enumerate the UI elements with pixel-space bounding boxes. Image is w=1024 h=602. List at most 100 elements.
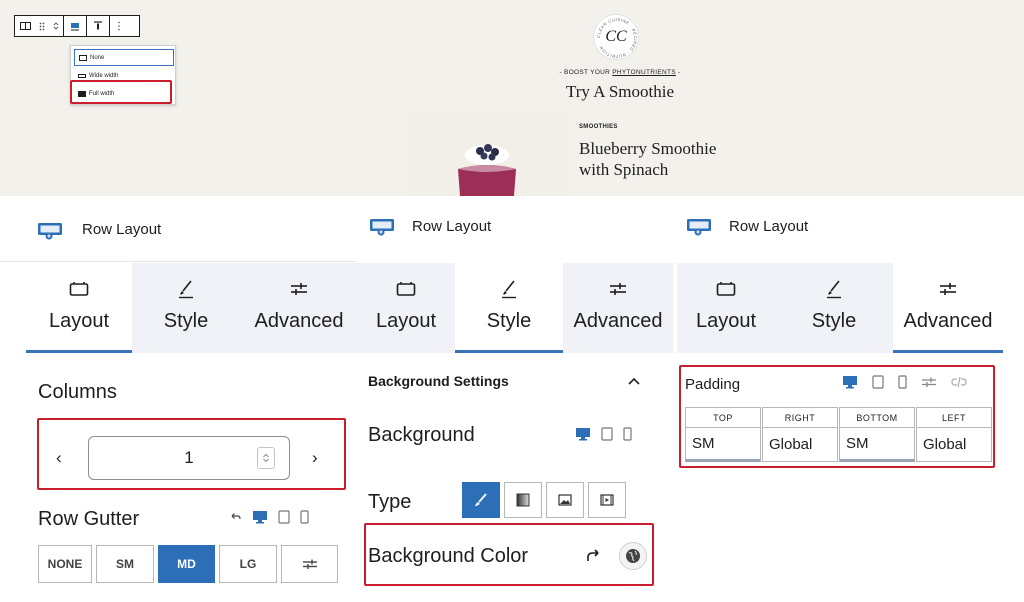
align-option-none[interactable]: None xyxy=(74,49,174,66)
padding-device-switcher xyxy=(842,375,967,389)
tab-layout[interactable]: Layout xyxy=(677,263,775,353)
panel-tabs: Layout Style Advanced xyxy=(357,263,673,353)
drag-icon xyxy=(39,22,45,30)
settings-panel-style: Row Layout Layout Style Advanced Backgro… xyxy=(357,196,677,602)
sliders-icon xyxy=(610,283,626,295)
padding-label: Padding xyxy=(685,376,741,393)
color-picker-button[interactable] xyxy=(619,542,647,570)
gutter-lg-button[interactable]: LG xyxy=(219,545,277,583)
block-toolbar xyxy=(14,15,140,37)
padding-left: LEFT Global xyxy=(916,407,992,462)
brush-icon xyxy=(502,280,516,299)
image-icon xyxy=(558,494,572,506)
tab-layout[interactable]: Layout xyxy=(357,263,455,353)
tab-advanced[interactable]: Advanced xyxy=(893,263,1003,353)
smoothie-image xyxy=(406,111,568,196)
kicker-link[interactable]: PHYTONUTRIENTS xyxy=(612,69,676,76)
panel-tabs: Layout Style Advanced xyxy=(677,263,1003,353)
tab-label: Advanced xyxy=(254,310,344,332)
logo-monogram: CC xyxy=(605,28,627,45)
columns-label: Columns xyxy=(38,381,117,403)
tab-label: Layout xyxy=(695,310,757,332)
more-options-button[interactable] xyxy=(110,16,128,36)
spin-buttons[interactable] xyxy=(257,447,275,469)
panel-header: Row Layout xyxy=(0,196,357,262)
tablet-icon[interactable] xyxy=(278,510,290,524)
background-color-label: Background Color xyxy=(368,545,529,567)
type-gradient-button[interactable] xyxy=(504,482,542,518)
align-top-icon xyxy=(94,21,102,30)
padding-right-value[interactable]: Global xyxy=(762,428,838,462)
gutter-custom-button[interactable] xyxy=(281,545,338,583)
align-none-icon xyxy=(79,54,87,61)
tablet-icon[interactable] xyxy=(601,427,613,441)
align-option-full[interactable]: Full width xyxy=(74,85,174,102)
padding-bottom-value[interactable]: SM xyxy=(839,428,915,462)
tab-layout[interactable]: Layout xyxy=(26,263,132,353)
mobile-icon[interactable] xyxy=(300,510,309,524)
columns-prev-button[interactable]: ‹ xyxy=(56,448,62,468)
recipe-thumbnail[interactable] xyxy=(406,111,568,196)
vertical-align-button[interactable] xyxy=(87,16,109,36)
align-option-wide[interactable]: Wide width xyxy=(74,67,174,84)
tab-label: Advanced xyxy=(573,310,663,332)
tablet-icon[interactable] xyxy=(872,375,884,389)
recipe-title[interactable]: Blueberry Smoothie with Spinach xyxy=(579,138,729,180)
tab-advanced[interactable]: Advanced xyxy=(563,263,673,353)
site-logo: CLEAN CUISINE · RECIPES · NUTRITION CC xyxy=(593,14,639,60)
mobile-icon[interactable] xyxy=(623,427,632,441)
columns-icon xyxy=(19,22,31,30)
gutter-options: NONE SM MD LG xyxy=(38,545,342,583)
block-type-button[interactable] xyxy=(15,16,35,36)
block-title: Row Layout xyxy=(82,221,162,238)
padding-top-value[interactable]: SM xyxy=(685,428,761,462)
brush-icon xyxy=(827,280,841,299)
type-video-button[interactable] xyxy=(588,482,626,518)
chevron-up-down-icon xyxy=(53,22,59,30)
type-color-button[interactable] xyxy=(462,482,500,518)
layout-icon xyxy=(716,282,736,296)
type-label: Type xyxy=(368,491,412,513)
panel-tabs: Layout Style Advanced xyxy=(26,263,358,353)
padding-top: TOP SM xyxy=(685,407,761,462)
gutter-sm-button[interactable]: SM xyxy=(96,545,154,583)
globe-icon xyxy=(626,549,640,563)
align-button[interactable] xyxy=(64,16,86,36)
gutter-none-button[interactable]: NONE xyxy=(38,545,92,583)
desktop-icon[interactable] xyxy=(575,427,591,441)
tab-advanced[interactable]: Advanced xyxy=(240,263,358,353)
tab-style[interactable]: Style xyxy=(132,263,240,353)
columns-value: 1 xyxy=(184,448,194,467)
desktop-icon[interactable] xyxy=(842,375,858,389)
padding-left-value[interactable]: Global xyxy=(916,428,992,462)
move-up-down-button[interactable] xyxy=(49,16,63,36)
tab-style[interactable]: Style xyxy=(775,263,893,353)
columns-stepper[interactable]: 1 xyxy=(88,436,290,480)
columns-next-button[interactable]: › xyxy=(312,448,318,468)
mobile-icon[interactable] xyxy=(898,375,907,389)
background-settings-header[interactable]: Background Settings xyxy=(368,373,509,389)
align-wide-icon xyxy=(78,73,86,78)
type-image-button[interactable] xyxy=(546,482,584,518)
tab-label: Advanced xyxy=(903,310,993,332)
unlink-icon[interactable] xyxy=(951,376,967,388)
redo-icon[interactable] xyxy=(585,548,601,564)
gutter-md-button[interactable]: MD xyxy=(158,545,215,583)
row-layout-icon xyxy=(687,219,711,236)
sliders-icon xyxy=(291,283,307,295)
chevron-up-icon[interactable] xyxy=(627,376,641,386)
tab-style[interactable]: Style xyxy=(455,263,563,353)
settings-panel-layout: Row Layout Layout Style Advanced Columns… xyxy=(0,196,358,602)
gradient-icon xyxy=(516,493,530,507)
row-layout-icon xyxy=(38,223,62,240)
padding-side-label: RIGHT xyxy=(762,407,838,428)
sliders-icon[interactable] xyxy=(921,376,937,388)
drag-handle[interactable] xyxy=(35,16,49,36)
desktop-icon[interactable] xyxy=(252,510,268,524)
brush-icon xyxy=(475,493,487,507)
background-type-options xyxy=(462,482,630,518)
row-gutter-label: Row Gutter xyxy=(38,508,140,530)
undo-icon[interactable] xyxy=(230,511,242,523)
section-title: Try A Smoothie xyxy=(565,82,675,101)
gutter-device-switcher xyxy=(230,510,309,524)
